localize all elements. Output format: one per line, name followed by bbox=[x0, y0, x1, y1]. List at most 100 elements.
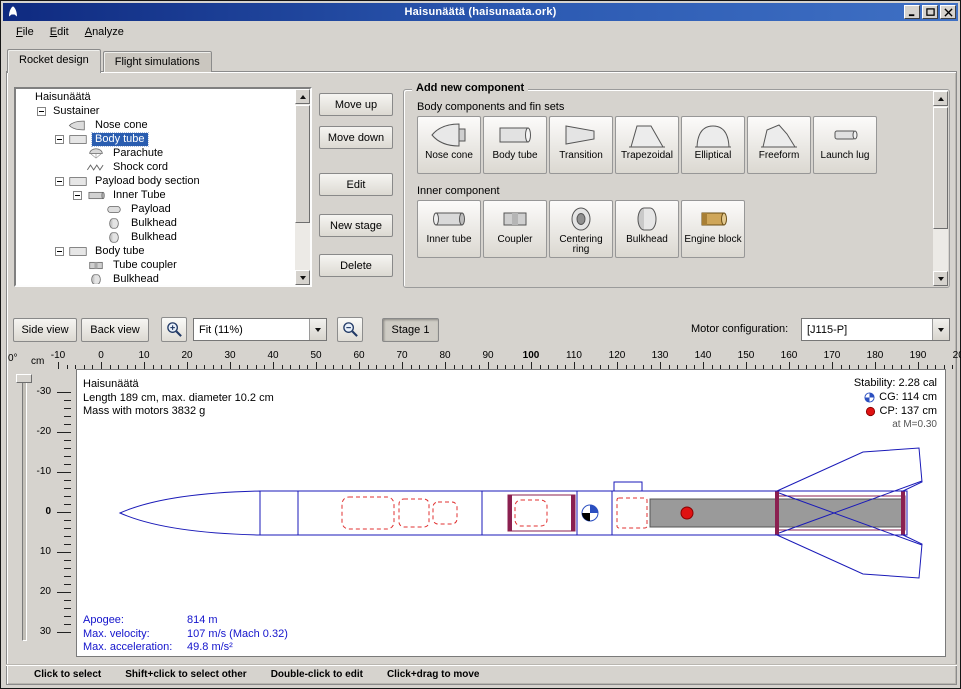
edit-button[interactable]: Edit bbox=[319, 173, 393, 196]
tree-expander-icon[interactable] bbox=[37, 107, 46, 116]
ruler-label: 110 bbox=[566, 350, 582, 361]
launch-lug-shape[interactable] bbox=[614, 482, 642, 491]
add-trapezoidal-button[interactable]: Trapezoidal bbox=[615, 116, 679, 174]
chevron-down-icon[interactable] bbox=[932, 319, 949, 340]
chevron-down-icon[interactable] bbox=[309, 319, 326, 340]
bulkhead-shape[interactable] bbox=[508, 495, 512, 531]
coupler-icon bbox=[495, 203, 535, 235]
add-transition-button[interactable]: Transition bbox=[549, 116, 613, 174]
add-inner-tube-button[interactable]: Inner tube bbox=[417, 200, 481, 258]
scroll-down-button[interactable] bbox=[933, 271, 948, 286]
add-body-tube-button[interactable]: Body tube bbox=[483, 116, 547, 174]
centering-ring-shape[interactable] bbox=[775, 491, 779, 535]
motor-configuration-combobox[interactable]: [J115-P] bbox=[801, 318, 950, 341]
tree-item-payload-body-section[interactable]: Payload body section bbox=[17, 174, 294, 188]
scroll-down-button[interactable] bbox=[295, 270, 310, 285]
tree-item-label[interactable]: Body tube bbox=[92, 133, 148, 146]
shock-cord-shape[interactable] bbox=[399, 499, 429, 527]
new-stage-button[interactable]: New stage bbox=[319, 214, 393, 237]
tree-item-parachute[interactable]: Parachute bbox=[17, 146, 294, 160]
ruler-tick bbox=[402, 362, 403, 369]
menu-analyze[interactable]: Analyze bbox=[77, 23, 132, 41]
add-bulkhead-button[interactable]: Bulkhead bbox=[615, 200, 679, 258]
tree-item-label[interactable]: Parachute bbox=[110, 147, 166, 160]
scroll-up-button[interactable] bbox=[933, 91, 948, 106]
scrollbar-thumb[interactable] bbox=[295, 105, 310, 223]
scroll-up-button[interactable] bbox=[295, 89, 310, 104]
tree-item-shock-cord[interactable]: Shock cord bbox=[17, 160, 294, 174]
move-down-button[interactable]: Move down bbox=[319, 126, 393, 149]
cp-text: CP: 137 cm bbox=[880, 404, 937, 418]
freeform-icon bbox=[759, 119, 799, 151]
maximize-button[interactable] bbox=[922, 5, 938, 19]
tree-item-label[interactable]: Bulkhead bbox=[110, 273, 162, 285]
tree-expander-icon[interactable] bbox=[55, 177, 64, 186]
delete-button[interactable]: Delete bbox=[319, 254, 393, 277]
tree-item-label[interactable]: Tube coupler bbox=[110, 259, 180, 272]
zoom-in-button[interactable] bbox=[161, 317, 187, 342]
tube-coupler-shape[interactable] bbox=[617, 498, 647, 528]
add-panel-scrollbar[interactable] bbox=[933, 91, 948, 286]
close-button[interactable] bbox=[940, 5, 956, 19]
menu-file[interactable]: File bbox=[8, 23, 42, 41]
tree-expander-icon[interactable] bbox=[55, 135, 64, 144]
tree-item-inner-tube[interactable]: Inner Tube bbox=[17, 188, 294, 202]
shock-cord-shape[interactable] bbox=[433, 502, 457, 524]
ruler-tick bbox=[64, 616, 71, 617]
tree-item-tube-coupler[interactable]: Tube coupler bbox=[17, 258, 294, 272]
zoom-out-button[interactable] bbox=[337, 317, 363, 342]
tab-rocket-design[interactable]: Rocket design bbox=[7, 49, 101, 73]
tree-item-nose-cone[interactable]: Nose cone bbox=[17, 118, 294, 132]
add-nose-cone-button[interactable]: Nose cone bbox=[417, 116, 481, 174]
tree-expander-icon[interactable] bbox=[55, 247, 64, 256]
add-freeform-button[interactable]: Freeform bbox=[747, 116, 811, 174]
upper-fin-shape[interactable] bbox=[777, 448, 922, 491]
scrollbar-thumb[interactable] bbox=[933, 107, 948, 229]
ruler-tick bbox=[64, 448, 71, 449]
stat-label: Max. acceleration: bbox=[83, 641, 187, 655]
tree-item-label[interactable]: Sustainer bbox=[50, 105, 102, 118]
tree-item-bulkhead[interactable]: Bulkhead bbox=[17, 216, 294, 230]
add-centering-ring-button[interactable]: Centering ring bbox=[549, 200, 613, 258]
tree-item-sustainer[interactable]: Sustainer bbox=[17, 104, 294, 118]
ruler-tick bbox=[64, 520, 71, 521]
tree-item-label[interactable]: Payload body section bbox=[92, 175, 203, 188]
tree-item-label[interactable]: Shock cord bbox=[110, 161, 171, 174]
tree-item-bulkhead[interactable]: Bulkhead bbox=[17, 272, 294, 284]
tree-item-payload[interactable]: Payload bbox=[17, 202, 294, 216]
side-view-button[interactable]: Side view bbox=[13, 318, 77, 342]
add-elliptical-button[interactable]: Elliptical bbox=[681, 116, 745, 174]
bulkhead-shape[interactable] bbox=[571, 495, 575, 531]
tree-scrollbar[interactable] bbox=[295, 89, 310, 285]
stage-1-button[interactable]: Stage 1 bbox=[382, 318, 439, 342]
titlebar[interactable]: Haisunäätä (haisunaata.ork) bbox=[3, 3, 958, 21]
tree-item-label[interactable]: Bulkhead bbox=[128, 231, 180, 244]
zoom-combobox[interactable]: Fit (11%) bbox=[193, 318, 327, 341]
tree-item-label[interactable]: Payload bbox=[128, 203, 174, 216]
menu-edit[interactable]: Edit bbox=[42, 23, 77, 41]
tree-item-label[interactable]: Inner Tube bbox=[110, 189, 169, 202]
tree-item-label[interactable]: Bulkhead bbox=[128, 217, 180, 230]
parachute-shape[interactable] bbox=[342, 497, 394, 529]
minimize-button[interactable] bbox=[904, 5, 920, 19]
move-up-button[interactable]: Move up bbox=[319, 93, 393, 116]
tree-item-haisun-t[interactable]: Haisunäätä bbox=[17, 90, 294, 104]
tree-item-body-tube[interactable]: Body tube bbox=[17, 132, 294, 146]
tree-item-bulkhead[interactable]: Bulkhead bbox=[17, 230, 294, 244]
lower-fin-shape[interactable] bbox=[777, 535, 922, 578]
tab-flight-simulations[interactable]: Flight simulations bbox=[103, 51, 212, 72]
tree-item-body-tube[interactable]: Body tube bbox=[17, 244, 294, 258]
tree-expander-icon[interactable] bbox=[73, 191, 82, 200]
payload-shape[interactable] bbox=[515, 500, 547, 526]
ruler-tick bbox=[64, 424, 71, 425]
add-launch-lug-button[interactable]: Launch lug bbox=[813, 116, 877, 174]
nose-cone-shape[interactable] bbox=[120, 491, 260, 535]
back-view-button[interactable]: Back view bbox=[81, 318, 149, 342]
tree-item-label[interactable]: Nose cone bbox=[92, 119, 151, 132]
rocket-canvas[interactable]: Haisunäätä Length 189 cm, max. diameter … bbox=[76, 369, 946, 657]
add-coupler-button[interactable]: Coupler bbox=[483, 200, 547, 258]
add-engine-block-button[interactable]: Engine block bbox=[681, 200, 745, 258]
tree-item-label[interactable]: Haisunäätä bbox=[32, 91, 94, 104]
centering-ring-shape[interactable] bbox=[901, 491, 905, 535]
tree-item-label[interactable]: Body tube bbox=[92, 245, 148, 258]
